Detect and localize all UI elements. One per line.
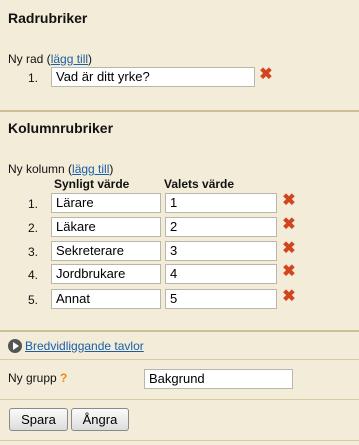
section-divider: [0, 330, 359, 332]
new-group-label-group: Ny grupp ?: [8, 371, 67, 385]
row-title-input[interactable]: Vad är ditt yrke?: [51, 67, 255, 87]
new-column-label: Ny kolumn: [8, 162, 65, 176]
new-row-label-group: Ny rad (lägg till): [8, 52, 93, 66]
section-divider: [0, 110, 359, 112]
column-value-input[interactable]: 4: [165, 264, 277, 284]
delete-column-icon[interactable]: ✖: [282, 217, 296, 233]
column-visible-input[interactable]: Lärare: [51, 193, 161, 213]
delete-row-icon[interactable]: ✖: [259, 67, 273, 83]
delete-column-icon[interactable]: ✖: [282, 289, 296, 305]
delete-column-icon[interactable]: ✖: [282, 241, 296, 257]
column-visible-input[interactable]: Annat: [51, 289, 161, 309]
column-value-input[interactable]: 5: [165, 289, 277, 309]
arrow-right-circle-icon[interactable]: [8, 339, 22, 353]
help-icon[interactable]: ?: [60, 371, 67, 385]
column-value-input[interactable]: 3: [165, 241, 277, 261]
rows-section-title: Radrubriker: [8, 10, 88, 26]
column-visible-input[interactable]: Läkare: [51, 217, 161, 237]
column-number: 3.: [27, 245, 38, 259]
column-value-input[interactable]: 2: [165, 217, 277, 237]
save-button[interactable]: Spara: [9, 408, 68, 431]
column-number: 5.: [27, 293, 38, 307]
delete-column-icon[interactable]: ✖: [282, 193, 296, 209]
column-value-input[interactable]: 1: [165, 193, 277, 213]
new-column-label-group: Ny kolumn (lägg till): [8, 162, 114, 176]
undo-button[interactable]: Ångra: [71, 408, 129, 431]
column-visible-input[interactable]: Jordbrukare: [51, 264, 161, 284]
delete-column-icon[interactable]: ✖: [282, 264, 296, 280]
section-divider: [0, 359, 359, 360]
column-visible-input[interactable]: Sekreterare: [51, 241, 161, 261]
add-row-link[interactable]: lägg till: [51, 52, 88, 66]
section-divider: [0, 399, 359, 400]
row-number: 1.: [27, 71, 38, 85]
column-header-value: Valets värde: [164, 177, 235, 191]
wide-tables-link[interactable]: Bredvidliggande tavlor: [25, 339, 144, 353]
section-divider: [0, 440, 359, 441]
column-header-visible: Synligt värde: [54, 177, 130, 191]
new-row-label: Ny rad: [8, 52, 44, 66]
column-number: 4.: [27, 268, 38, 282]
columns-section-title: Kolumnrubriker: [8, 120, 114, 136]
column-number: 1.: [27, 197, 38, 211]
column-number: 2.: [27, 221, 38, 235]
add-column-link[interactable]: lägg till: [72, 162, 109, 176]
new-group-label: Ny grupp: [8, 371, 57, 385]
group-name-input[interactable]: Bakgrund: [144, 369, 293, 389]
